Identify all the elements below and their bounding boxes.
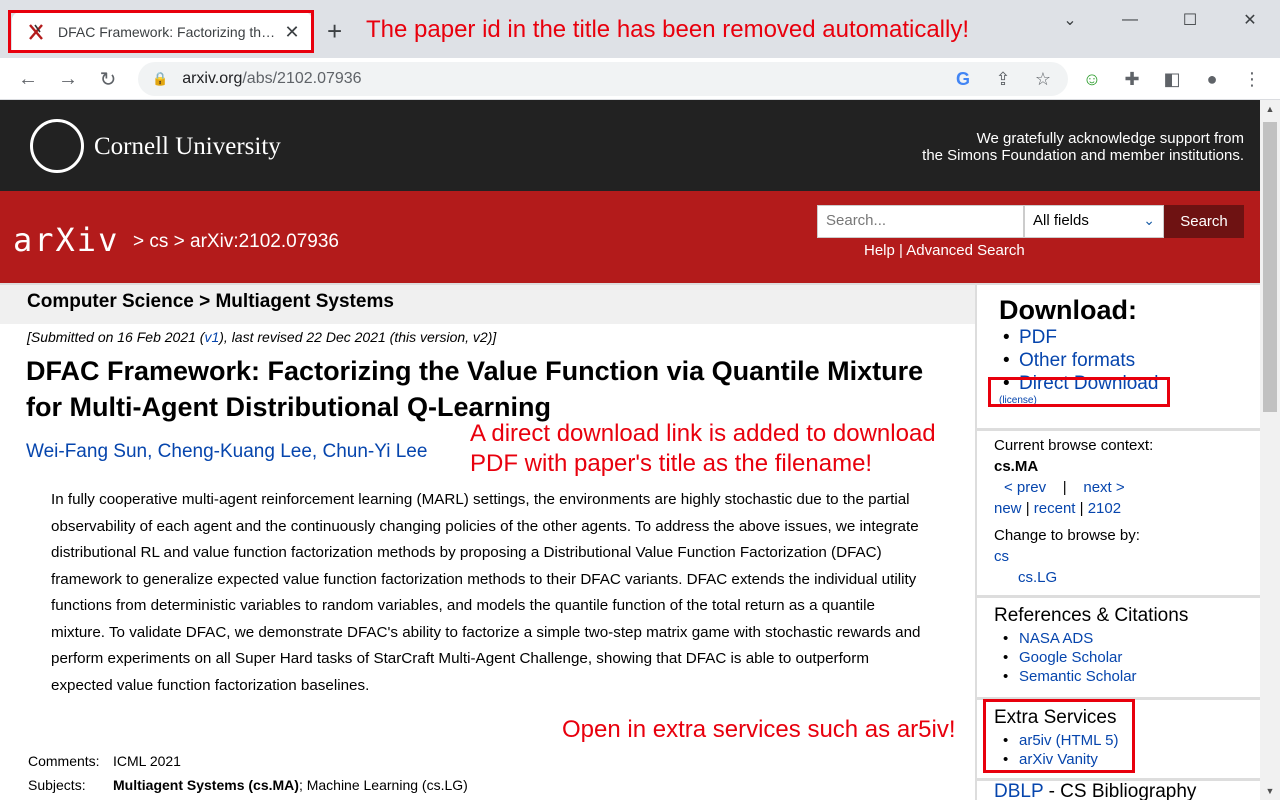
author-link[interactable]: Chun-Yi Lee xyxy=(322,441,427,462)
scroll-down-icon[interactable]: ▼ xyxy=(1260,782,1280,800)
download-title: Download: xyxy=(999,295,1137,325)
recent-link[interactable]: recent xyxy=(1034,500,1076,517)
back-icon[interactable]: ← xyxy=(13,64,43,94)
scroll-up-icon[interactable]: ▲ xyxy=(1260,100,1280,118)
yymm-link[interactable]: 2102 xyxy=(1088,500,1121,517)
maximize-icon[interactable]: ☐ xyxy=(1160,0,1220,40)
bookmark-star-icon[interactable]: ☆ xyxy=(1026,62,1060,96)
minimize-icon[interactable]: — xyxy=(1100,0,1160,40)
url-text: arxiv.org/abs/2102.07936 xyxy=(182,70,362,87)
paper-title: DFAC Framework: Factorizing the Value Fu… xyxy=(26,356,924,422)
scrollbar-thumb[interactable] xyxy=(1263,122,1277,412)
browse-cs-link[interactable]: cs xyxy=(994,548,1009,565)
tab-search-icon[interactable]: ⌄ xyxy=(1040,0,1100,40)
next-link[interactable]: next > xyxy=(1083,479,1124,496)
cornell-header: Cornell University We gratefully acknowl… xyxy=(0,100,1260,191)
extra-services-annotation: Open in extra services such as ar5iv! xyxy=(562,716,956,743)
download-annotation-line1: A direct download link is added to downl… xyxy=(470,420,936,447)
forward-icon[interactable]: → xyxy=(53,64,83,94)
references-title: References & Citations xyxy=(994,605,1189,626)
address-bar[interactable]: 🔒 arxiv.org/abs/2102.07936 G ⇪ ☆ xyxy=(138,62,1068,96)
authors: Wei-Fang Sun, Cheng-Kuang Lee, Chun-Yi L… xyxy=(26,441,428,462)
page-scrollbar[interactable]: ▲ ▼ xyxy=(1260,100,1280,800)
browse-cslg-link[interactable]: cs.LG xyxy=(1018,569,1057,586)
new-tab-icon[interactable]: + xyxy=(327,17,342,45)
reload-icon[interactable]: ↻ xyxy=(93,64,123,94)
references-box: References & Citations NASA ADS Google S… xyxy=(977,599,1260,700)
help-advanced-search-links[interactable]: Help | Advanced Search xyxy=(864,242,1025,259)
profile-avatar-icon[interactable]: ● xyxy=(1198,65,1226,93)
arxiv-header: arXiv > cs > arXiv:2102.07936 Search... … xyxy=(0,191,1260,283)
lock-icon[interactable]: 🔒 xyxy=(152,71,168,87)
browse-context-box: Current browse context: cs.MA < prev | n… xyxy=(977,433,1260,598)
browser-toolbar: ← → ↻ 🔒 arxiv.org/abs/2102.07936 G ⇪ ☆ ☺… xyxy=(0,58,1280,100)
share-icon[interactable]: ⇪ xyxy=(986,62,1020,96)
extensions-puzzle-icon[interactable]: ✚ xyxy=(1118,65,1146,93)
nasa-ads-link[interactable]: NASA ADS xyxy=(995,629,1260,648)
pdf-link[interactable]: PDF xyxy=(995,326,1260,349)
search-field-select[interactable]: All fields ⌄ xyxy=(1024,205,1164,238)
subject-header: Computer Science > Multiagent Systems xyxy=(0,285,975,324)
cornell-university-link[interactable]: Cornell University xyxy=(94,133,281,161)
paper-metadata: Comments: ICML 2021 Subjects: Multiagent S… xyxy=(28,753,468,793)
search-input[interactable]: Search... xyxy=(817,205,1024,238)
new-link[interactable]: new xyxy=(994,500,1022,517)
menu-kebab-icon[interactable]: ⋮ xyxy=(1238,65,1266,93)
author-link[interactable]: Cheng-Kuang Lee xyxy=(158,441,312,462)
google-translate-icon[interactable]: G xyxy=(946,62,980,96)
author-link[interactable]: Wei-Fang Sun xyxy=(26,441,147,462)
other-formats-link[interactable]: Other formats xyxy=(995,349,1260,372)
download-annotation-line2: PDF with paper's title as the filename! xyxy=(470,450,873,477)
abstract-text: In fully cooperative multi-agent reinfor… xyxy=(51,491,921,694)
window-controls: ⌄ — ☐ ✕ xyxy=(1040,0,1280,40)
semantic-scholar-link[interactable]: Semantic Scholar xyxy=(995,667,1260,686)
side-panel-icon[interactable]: ◧ xyxy=(1158,65,1186,93)
dblp-link[interactable]: DBLP xyxy=(994,781,1043,800)
arxiv-logo[interactable]: arXiv xyxy=(13,221,119,259)
cornell-seal-icon[interactable] xyxy=(30,119,84,173)
extension-smiley-icon[interactable]: ☺ xyxy=(1078,65,1106,93)
chevron-down-icon: ⌄ xyxy=(1143,212,1155,228)
prev-link[interactable]: < prev xyxy=(1004,479,1046,496)
extra-services-annotation-box xyxy=(983,699,1135,773)
close-window-icon[interactable]: ✕ xyxy=(1220,0,1280,40)
tab-annotation: The paper id in the title has been remov… xyxy=(366,16,970,43)
google-scholar-link[interactable]: Google Scholar xyxy=(995,648,1260,667)
breadcrumb[interactable]: > cs > arXiv:2102.07936 xyxy=(133,231,339,253)
direct-download-annotation-box xyxy=(988,377,1170,407)
submission-dateline: [Submitted on 16 Feb 2021 (v1), last rev… xyxy=(27,329,497,345)
acknowledgement: We gratefully acknowledge support from t… xyxy=(922,130,1244,164)
download-box: Download: PDF Other formats Direct Downl… xyxy=(977,285,1260,431)
dblp-heading: DBLP - CS Bibliography xyxy=(994,781,1197,800)
search-button[interactable]: Search xyxy=(1164,205,1244,238)
v1-link[interactable]: v1 xyxy=(204,329,219,345)
tab-annotation-box xyxy=(8,10,314,53)
